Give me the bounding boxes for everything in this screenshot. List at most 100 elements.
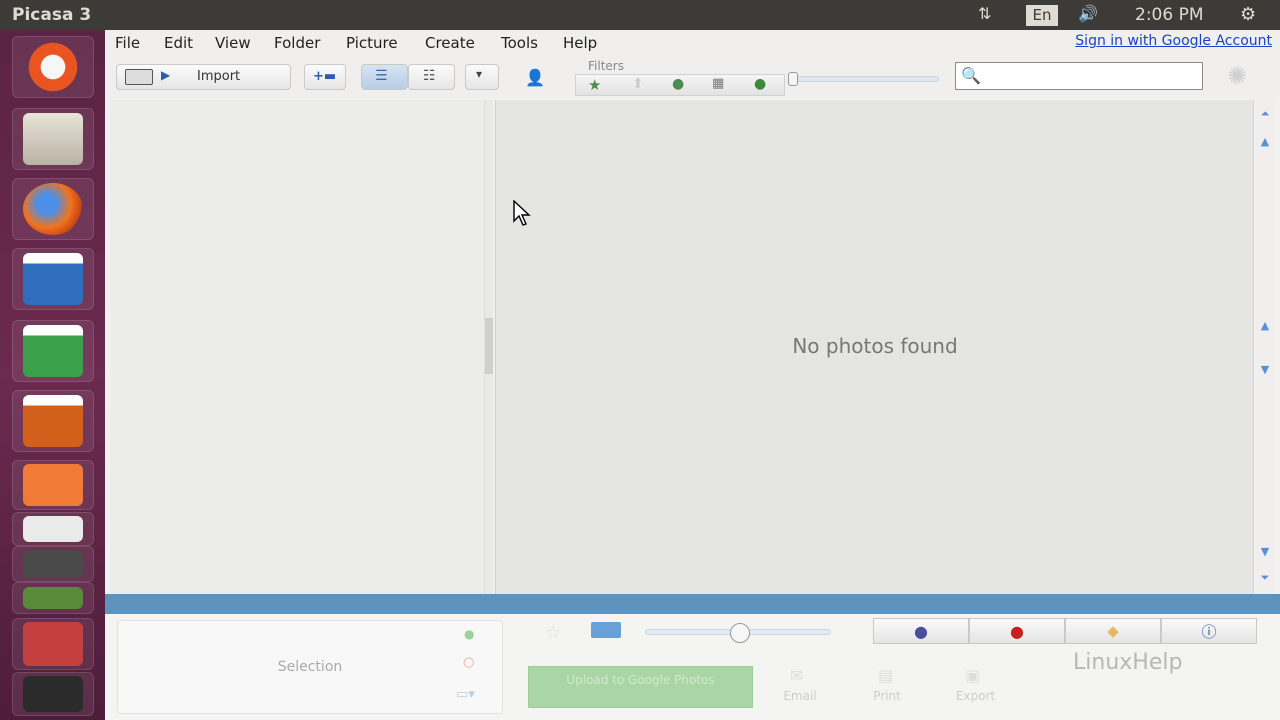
menu-bar: File Edit View Folder Picture Create Too… [105, 30, 1280, 56]
tree-view-button[interactable]: ☷ [408, 64, 455, 90]
loading-spinner-icon: ✺ [1227, 62, 1248, 90]
launcher-files-button[interactable] [12, 108, 94, 170]
person-icon: ● [914, 621, 928, 641]
scroll-page-down-icon[interactable]: ▼ [1257, 362, 1273, 378]
search-input[interactable]: 🔍 [955, 62, 1203, 90]
vertical-scrollbar[interactable]: ⏶ ▲ ▲ ▼ ▼ ⏷ [1253, 100, 1275, 594]
view-options-dropdown[interactable]: ▾ [465, 64, 499, 90]
ubuntu-logo-icon [23, 41, 83, 93]
printer-icon [23, 676, 83, 712]
people-filter-disabled-icon: 👤 [525, 68, 545, 87]
bottom-panel: Selection ● ○ ▭▾ ☆ ● ● ◆ ⓘ Upload to Goo… [105, 614, 1280, 720]
places-panel-button[interactable]: ● [969, 618, 1065, 644]
splitter-grip[interactable] [485, 318, 493, 374]
movie-filter-icon[interactable]: ▦ [712, 76, 724, 91]
network-icon[interactable]: ⇅ [978, 4, 991, 23]
list-view-icon: ☰ [375, 68, 388, 84]
hold-icon[interactable]: ● [464, 627, 474, 641]
filters-label: Filters [588, 59, 624, 73]
clear-icon[interactable]: ○ [463, 655, 474, 670]
selection-tray[interactable]: Selection ● ○ ▭▾ [117, 620, 503, 714]
system-settings-icon [23, 550, 83, 578]
print-icon[interactable]: ▤ [878, 666, 893, 685]
geotag-filter-icon[interactable]: ● [754, 76, 766, 92]
scroll-up-icon[interactable]: ▲ [1257, 134, 1273, 150]
chevron-down-icon: ▾ [476, 67, 483, 81]
star-icon[interactable]: ☆ [545, 622, 561, 643]
launcher-firefox-button[interactable] [12, 178, 94, 240]
menu-picture[interactable]: Picture [346, 34, 398, 52]
person-filter-icon[interactable]: ● [672, 76, 684, 92]
status-bar [105, 594, 1280, 614]
tag-icon: ◆ [1107, 622, 1119, 640]
slider-handle[interactable] [788, 72, 798, 86]
scroll-top-icon[interactable]: ⏶ [1257, 106, 1273, 122]
launcher-printer-button[interactable] [12, 672, 94, 716]
print-button[interactable]: Print [867, 689, 907, 703]
no-photos-message: No photos found [792, 334, 958, 358]
menu-folder[interactable]: Folder [274, 34, 320, 52]
launcher-software-center-button[interactable] [12, 460, 94, 510]
menu-file[interactable]: File [115, 34, 140, 52]
menu-help[interactable]: Help [563, 34, 597, 52]
date-filter-slider[interactable] [788, 72, 939, 86]
rotate-photo-icon[interactable] [591, 622, 621, 638]
album-icon[interactable]: ▭▾ [456, 687, 475, 702]
upload-to-google-photos-button[interactable]: Upload to Google Photos [528, 666, 753, 708]
menu-edit[interactable]: Edit [164, 34, 193, 52]
export-button[interactable]: Export [953, 689, 998, 703]
software-center-icon [23, 464, 83, 506]
launcher-calc-button[interactable] [12, 320, 94, 382]
import-label: Import [197, 69, 241, 84]
launcher-amazon-button[interactable] [12, 512, 94, 546]
linuxhelp-watermark: LinuxHelp [1073, 650, 1183, 675]
launcher-writer-button[interactable] [12, 248, 94, 310]
toolbar: ▶ Import +▬ ☰ ☷ ▾ 👤 Filters ★ ⬆ ● ▦ ● 🔍 [105, 56, 1280, 98]
info-icon: ⓘ [1201, 622, 1217, 641]
wine-glass-icon [23, 622, 83, 666]
volume-icon[interactable]: 🔊 [1078, 4, 1098, 23]
scroll-bottom-icon[interactable]: ⏷ [1257, 570, 1273, 586]
sign-in-link[interactable]: Sign in with Google Account [1075, 33, 1272, 49]
picasa-window: File Edit View Folder Picture Create Too… [105, 30, 1280, 720]
zoom-slider-handle[interactable] [730, 623, 750, 643]
people-panel-button[interactable]: ● [873, 618, 969, 644]
play-arrow-icon: ▶ [161, 68, 171, 82]
flat-view-button[interactable]: ☰ [361, 64, 408, 90]
scroll-page-up-icon[interactable]: ▲ [1257, 318, 1273, 334]
pane-splitter[interactable] [485, 100, 493, 594]
filter-bar: ★ ⬆ ● ▦ ● [575, 74, 785, 96]
launcher-impress-button[interactable] [12, 390, 94, 452]
launcher-misc-button[interactable] [12, 582, 94, 614]
settings-gear-icon[interactable]: ⚙ [1240, 4, 1256, 25]
file-manager-icon [23, 113, 83, 165]
scroll-down-icon[interactable]: ▼ [1257, 544, 1273, 560]
star-filter-icon[interactable]: ★ [588, 76, 601, 94]
app-icon [23, 587, 83, 609]
folder-list-pane[interactable] [110, 100, 485, 594]
window-title: Picasa 3 [12, 5, 92, 25]
export-icon[interactable]: ▣ [965, 666, 980, 685]
tags-panel-button[interactable]: ◆ [1065, 618, 1161, 644]
email-icon[interactable]: ✉ [790, 666, 803, 685]
selection-label: Selection [277, 659, 343, 675]
menu-view[interactable]: View [215, 34, 251, 52]
add-album-button[interactable]: +▬ [304, 64, 346, 90]
unity-launcher [0, 30, 105, 720]
clock[interactable]: 2:06 PM [1135, 5, 1204, 25]
menu-tools[interactable]: Tools [501, 34, 538, 52]
language-indicator[interactable]: En [1026, 5, 1058, 26]
launcher-wine-button[interactable] [12, 618, 94, 670]
firefox-icon [23, 183, 83, 235]
properties-panel-button[interactable]: ⓘ [1161, 618, 1257, 644]
zoom-slider[interactable] [645, 623, 831, 643]
mouse-cursor-icon [513, 200, 531, 226]
launcher-system-settings-button[interactable] [12, 546, 94, 582]
import-button[interactable]: ▶ Import [116, 64, 291, 90]
upload-filter-icon[interactable]: ⬆ [632, 76, 644, 92]
email-button[interactable]: Email [780, 689, 820, 703]
photo-grid-pane[interactable]: No photos found [495, 100, 1253, 594]
menu-create[interactable]: Create [425, 34, 475, 52]
libreoffice-calc-icon [23, 325, 83, 377]
launcher-ubuntu-button[interactable] [12, 36, 94, 98]
